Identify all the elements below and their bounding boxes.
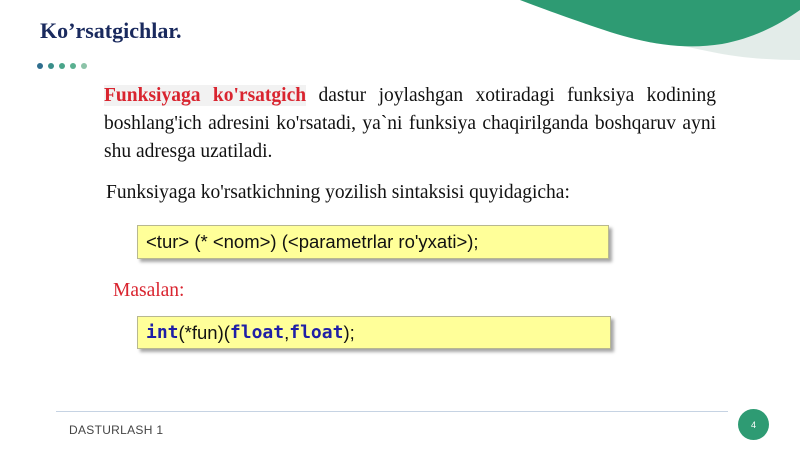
slide-title: Ko’rsatgichlar. (40, 18, 182, 43)
syntax-code: <tur> (* <nom>) (<parametrlar ro'yxati>)… (146, 231, 479, 252)
keyword-int: int (146, 322, 179, 343)
example-code-part: (*fun)( (178, 321, 230, 343)
dot-icon (59, 63, 65, 69)
dot-icon (48, 63, 54, 69)
footer-text: DASTURLASH 1 (69, 423, 164, 437)
example-label: Masalan: (113, 280, 185, 301)
footer-divider (56, 411, 728, 412)
keyword-float: float (289, 322, 344, 343)
keyword-float: float (229, 322, 285, 343)
definition-term: Funksiyaga ko'rsatgich (104, 85, 307, 106)
page-number-badge: 4 (738, 409, 769, 440)
dot-icon (70, 63, 76, 69)
slide: Ko’rsatgichlar. Funksiyaga ko'rsatgich d… (0, 0, 800, 449)
dot-icon (81, 63, 87, 69)
example-code-part: ); (343, 321, 355, 343)
syntax-intro: Funksiyaga ko'rsatkichning yozilish sint… (106, 182, 570, 203)
dot-icon (37, 63, 43, 69)
decorative-dots (37, 63, 87, 69)
example-code-box: int (*fun)(float, float); (137, 316, 611, 349)
definition-paragraph: Funksiyaga ko'rsatgich dastur joylashgan… (104, 82, 716, 166)
syntax-code-box: <tur> (* <nom>) (<parametrlar ro'yxati>)… (137, 225, 609, 259)
